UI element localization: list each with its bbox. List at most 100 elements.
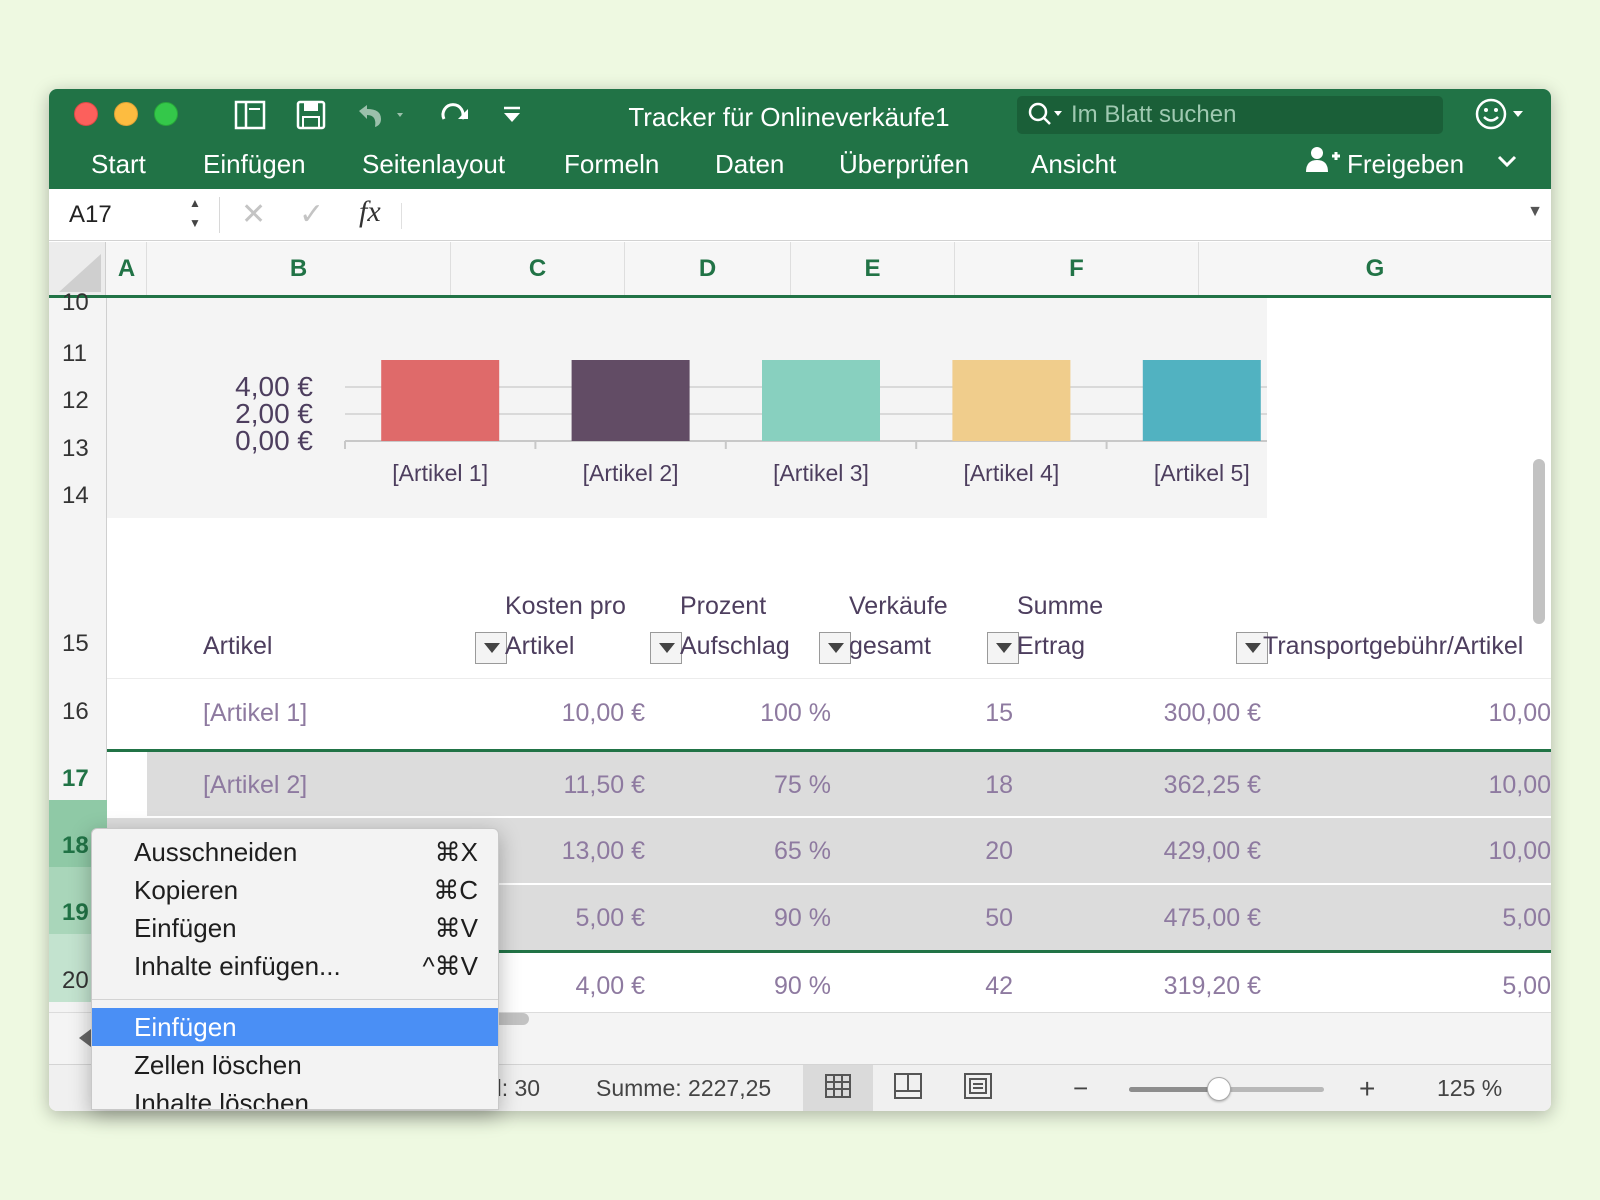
active-cell-a17[interactable]	[107, 752, 147, 816]
table-row-selected[interactable]: [Artikel 2] 11,50 € 75 % 18 362,25 € 10,…	[107, 749, 1551, 816]
column-header-d[interactable]: D	[625, 242, 791, 295]
name-box-stepper[interactable]: ▲ ▼	[189, 193, 201, 233]
cell-kosten[interactable]: 4,00 €	[575, 953, 645, 1020]
chart-bar[interactable]	[571, 360, 690, 441]
tab-seitenlayout[interactable]: Seitenlayout	[362, 144, 505, 184]
window-title: Tracker für Onlineverkäufe1	[628, 102, 950, 132]
search-input[interactable]	[1071, 96, 1431, 134]
column-header-c[interactable]: C	[451, 242, 625, 295]
tab-start[interactable]: Start	[91, 144, 146, 184]
redo-icon[interactable]	[436, 99, 472, 131]
table-row[interactable]: [Artikel 1] 10,00 € 100 % 15 300,00 € 10…	[107, 680, 1551, 747]
cell-prozent[interactable]: 75 %	[774, 752, 831, 819]
cell-verkaeufe[interactable]: 42	[985, 953, 1013, 1020]
zoom-out-button[interactable]: −	[1073, 1065, 1088, 1111]
cell-kosten[interactable]: 13,00 €	[562, 818, 645, 885]
tab-ansicht[interactable]: Ansicht	[1031, 144, 1116, 184]
menu-item-kopieren[interactable]: Kopieren ⌘C	[92, 871, 498, 909]
row-number[interactable]: 10	[49, 288, 107, 318]
cell-ertrag[interactable]: 300,00 €	[1164, 680, 1261, 747]
cell-kosten[interactable]: 11,50 €	[563, 752, 645, 819]
sheet-search[interactable]	[1017, 96, 1443, 134]
zoom-in-button[interactable]: +	[1359, 1065, 1375, 1111]
menu-item-einfuegen-paste[interactable]: Einfügen ⌘V	[92, 909, 498, 947]
row-number[interactable]: 15	[49, 624, 107, 664]
column-header-b[interactable]: B	[147, 242, 451, 295]
row-number[interactable]: 13	[49, 429, 107, 469]
tab-ueberpruefen[interactable]: Überprüfen	[839, 144, 969, 184]
menu-item-ausschneiden[interactable]: Ausschneiden ⌘X	[92, 833, 498, 871]
tab-einfuegen[interactable]: Einfügen	[203, 144, 306, 184]
confirm-entry-icon[interactable]: ✓	[299, 197, 324, 232]
name-box[interactable]: A17	[69, 201, 112, 229]
chart-bar[interactable]	[762, 360, 880, 441]
cell-ertrag[interactable]: 362,25 €	[1164, 752, 1261, 819]
cell-ertrag[interactable]: 429,00 €	[1164, 818, 1261, 885]
menu-item-zellen-loeschen[interactable]: Zellen löschen	[92, 1046, 498, 1084]
cell-verkaeufe[interactable]: 15	[985, 680, 1013, 747]
row-number-selected[interactable]: 17	[49, 759, 107, 799]
cell-transport[interactable]: 5,00	[1502, 885, 1551, 952]
save-icon[interactable]	[295, 99, 327, 131]
tab-daten[interactable]: Daten	[715, 144, 784, 184]
column-header-f[interactable]: F	[955, 242, 1199, 295]
cell-kosten[interactable]: 10,00 €	[562, 680, 645, 747]
zoom-window-button[interactable]	[154, 102, 178, 126]
share-button[interactable]: Freigeben	[1305, 144, 1464, 184]
chart-bar[interactable]	[952, 360, 1071, 441]
normal-view-button[interactable]	[803, 1065, 873, 1111]
cell-artikel[interactable]: [Artikel 2]	[203, 752, 307, 819]
insert-function-button[interactable]: fx	[359, 195, 381, 229]
column-header-g[interactable]: G	[1199, 242, 1551, 295]
chart-bar[interactable]	[1142, 360, 1261, 441]
cell-prozent[interactable]: 65 %	[774, 818, 831, 885]
cell-prozent[interactable]: 90 %	[774, 885, 831, 952]
cell-transport[interactable]: 10,00	[1488, 680, 1551, 747]
vertical-scrollbar[interactable]	[1533, 459, 1545, 624]
row-number[interactable]: 16	[49, 692, 107, 732]
filter-dropdown-button[interactable]	[475, 632, 507, 664]
chart-bar[interactable]	[381, 360, 500, 441]
page-layout-view-button[interactable]	[873, 1065, 943, 1111]
cell-prozent[interactable]: 90 %	[774, 953, 831, 1020]
cell-kosten[interactable]: 5,00 €	[575, 885, 645, 952]
menu-item-inhalte-loeschen[interactable]: Inhalte löschen	[92, 1084, 498, 1110]
filter-dropdown-button[interactable]	[819, 632, 851, 664]
cell-transport[interactable]: 10,00	[1488, 818, 1551, 885]
row-number[interactable]: 14	[49, 476, 107, 516]
divider	[219, 197, 220, 233]
expand-formula-bar-chevron-down-icon[interactable]: ▼	[1527, 203, 1543, 221]
cell-transport[interactable]: 10,00	[1488, 752, 1551, 819]
tab-formeln[interactable]: Formeln	[564, 144, 659, 184]
filter-dropdown-button[interactable]	[987, 632, 1019, 664]
cell-verkaeufe[interactable]: 50	[985, 885, 1013, 952]
column-header-a[interactable]: A	[107, 242, 147, 295]
cancel-entry-icon[interactable]: ✕	[241, 197, 266, 232]
page-break-view-button[interactable]	[943, 1065, 1013, 1111]
cell-transport[interactable]: 5,00	[1502, 953, 1551, 1020]
zoom-level[interactable]: 125 %	[1437, 1065, 1502, 1111]
menu-item-inhalte-einfuegen[interactable]: Inhalte einfügen... ^⌘V	[92, 947, 498, 985]
menu-item-einfuegen-insert[interactable]: Einfügen	[92, 1008, 498, 1046]
close-window-button[interactable]	[74, 102, 98, 126]
sidebar-icon[interactable]	[233, 99, 267, 131]
zoom-slider-thumb[interactable]	[1206, 1077, 1231, 1101]
filter-dropdown-button[interactable]	[650, 632, 682, 664]
column-header-e[interactable]: E	[791, 242, 955, 295]
cell-prozent[interactable]: 100 %	[760, 680, 831, 747]
bar-chart[interactable]: 4,00 €2,00 €0,00 € [Artikel 1] [Artikel 2]…	[107, 298, 1267, 518]
minimize-window-button[interactable]	[114, 102, 138, 126]
ribbon: Tracker für Onlineverkäufe1 Start Einfüg…	[49, 89, 1551, 189]
cell-verkaeufe[interactable]: 18	[985, 752, 1013, 819]
feedback-smiley-icon[interactable]	[1475, 97, 1531, 136]
cell-artikel[interactable]: [Artikel 1]	[203, 680, 307, 747]
customize-toolbar-icon[interactable]	[501, 99, 523, 131]
row-number[interactable]: 12	[49, 381, 107, 421]
row-number[interactable]: 11	[49, 334, 107, 374]
cell-verkaeufe[interactable]: 20	[985, 818, 1013, 885]
collapse-ribbon-chevron-down-icon[interactable]	[1495, 149, 1519, 178]
cell-ertrag[interactable]: 475,00 €	[1164, 885, 1261, 952]
menu-item-label: Inhalte löschen	[134, 1088, 309, 1110]
undo-icon[interactable]	[353, 99, 409, 131]
cell-ertrag[interactable]: 319,20 €	[1164, 953, 1261, 1020]
